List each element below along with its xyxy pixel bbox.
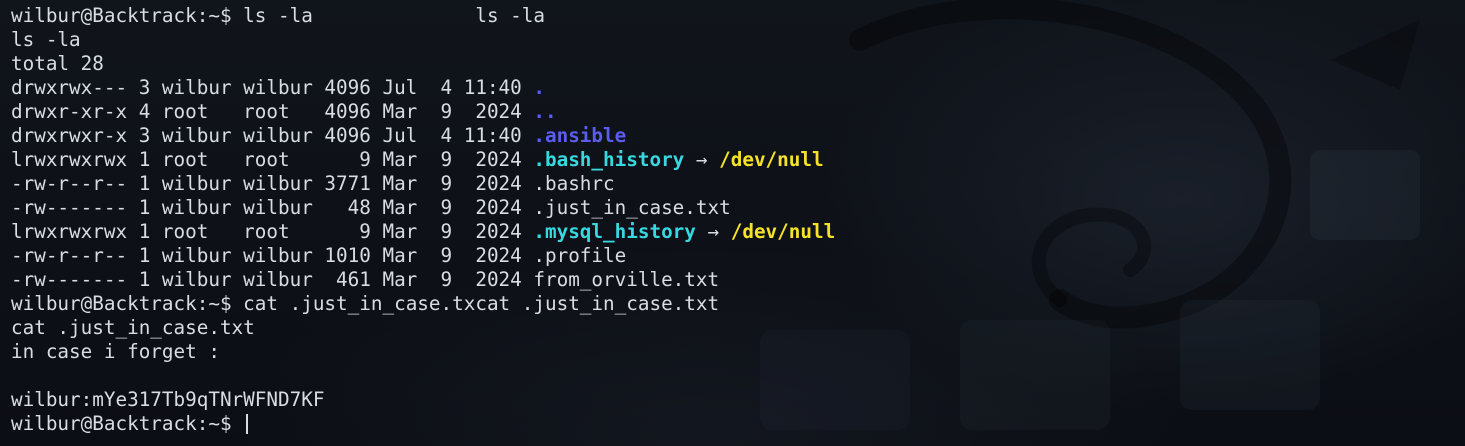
listing-metadata: -rw------- 1 wilbur wilbur 461 Mar 9 202… xyxy=(11,268,534,291)
symlink-arrow: → xyxy=(684,148,720,171)
output-text: cat .just_in_case.txt xyxy=(11,316,255,339)
command-line: wilbur@Backtrack:~$ xyxy=(11,412,1451,436)
listing-filename: .. xyxy=(533,100,557,123)
directory-listing-row: -rw------- 1 wilbur wilbur 461 Mar 9 202… xyxy=(11,268,1451,292)
symlink-arrow: → xyxy=(695,220,731,243)
text-cursor[interactable] xyxy=(246,414,249,434)
listing-filename: .ansible xyxy=(533,124,627,147)
directory-listing-row: lrwxrwxrwx 1 root root 9 Mar 9 2024 .bas… xyxy=(11,148,1451,172)
directory-listing-row: -rw-r--r-- 1 wilbur wilbur 3771 Mar 9 20… xyxy=(11,172,1451,196)
listing-filename: .bashrc xyxy=(533,172,615,195)
directory-listing-row: -rw-r--r-- 1 wilbur wilbur 1010 Mar 9 20… xyxy=(11,244,1451,268)
listing-metadata: drwxrwx--- 3 wilbur wilbur 4096 Jul 4 11… xyxy=(11,76,534,99)
output-text: total 28 xyxy=(11,52,104,75)
listing-metadata: drwxr-xr-x 4 root root 4096 Mar 9 2024 xyxy=(11,100,534,123)
directory-listing-row: drwxrwxr-x 3 wilbur wilbur 4096 Jul 4 11… xyxy=(11,124,1451,148)
symlink-target: /dev/null xyxy=(730,220,836,243)
directory-listing-row: lrwxrwxrwx 1 root root 9 Mar 9 2024 .mys… xyxy=(11,220,1451,244)
listing-filename: from_orville.txt xyxy=(533,268,720,291)
command-text: ls -la xyxy=(243,4,313,27)
listing-filename: .mysql_history xyxy=(533,220,696,243)
listing-filename: . xyxy=(533,76,545,99)
output-text: wilbur:mYe317Tb9qTNrWFND7KF xyxy=(11,388,325,411)
command-echo: ls -la xyxy=(312,4,545,27)
command-text: cat .just_in_case.txcat .just_in_case.tx… xyxy=(243,292,720,315)
command-line: wilbur@Backtrack:~$ cat .just_in_case.tx… xyxy=(11,292,1451,316)
terminal-output[interactable]: wilbur@Backtrack:~$ ls -la ls -la ls -la t… xyxy=(11,4,1451,436)
listing-metadata: -rw------- 1 wilbur wilbur 48 Mar 9 2024 xyxy=(11,196,534,219)
output-text: ls -la xyxy=(11,28,81,51)
listing-metadata: lrwxrwxrwx 1 root root 9 Mar 9 2024 xyxy=(11,148,534,171)
shell-prompt: wilbur@Backtrack:~$ xyxy=(11,292,244,315)
listing-metadata: -rw-r--r-- 1 wilbur wilbur 3771 Mar 9 20… xyxy=(11,172,534,195)
listing-metadata: -rw-r--r-- 1 wilbur wilbur 1010 Mar 9 20… xyxy=(11,244,534,267)
shell-prompt: wilbur@Backtrack:~$ xyxy=(11,4,244,27)
command-line: wilbur@Backtrack:~$ ls -la ls -la xyxy=(11,4,1451,28)
directory-listing-row: drwxr-xr-x 4 root root 4096 Mar 9 2024 .… xyxy=(11,100,1451,124)
listing-filename: .bash_history xyxy=(533,148,685,171)
listing-filename: .just_in_case.txt xyxy=(533,196,731,219)
directory-listing-row: -rw------- 1 wilbur wilbur 48 Mar 9 2024… xyxy=(11,196,1451,220)
output-text: in case i forget : xyxy=(11,340,220,363)
output-line: in case i forget : xyxy=(11,340,1451,364)
listing-metadata: drwxrwxr-x 3 wilbur wilbur 4096 Jul 4 11… xyxy=(11,124,534,147)
output-line: wilbur:mYe317Tb9qTNrWFND7KF xyxy=(11,388,1451,412)
output-line: total 28 xyxy=(11,52,1451,76)
shell-prompt: wilbur@Backtrack:~$ xyxy=(11,412,244,435)
symlink-target: /dev/null xyxy=(719,148,824,171)
listing-filename: .profile xyxy=(533,244,627,267)
listing-metadata: lrwxrwxrwx 1 root root 9 Mar 9 2024 xyxy=(11,220,534,243)
output-line: ls -la xyxy=(11,28,1451,52)
directory-listing-row: drwxrwx--- 3 wilbur wilbur 4096 Jul 4 11… xyxy=(11,76,1451,100)
output-line: cat .just_in_case.txt xyxy=(11,316,1451,340)
